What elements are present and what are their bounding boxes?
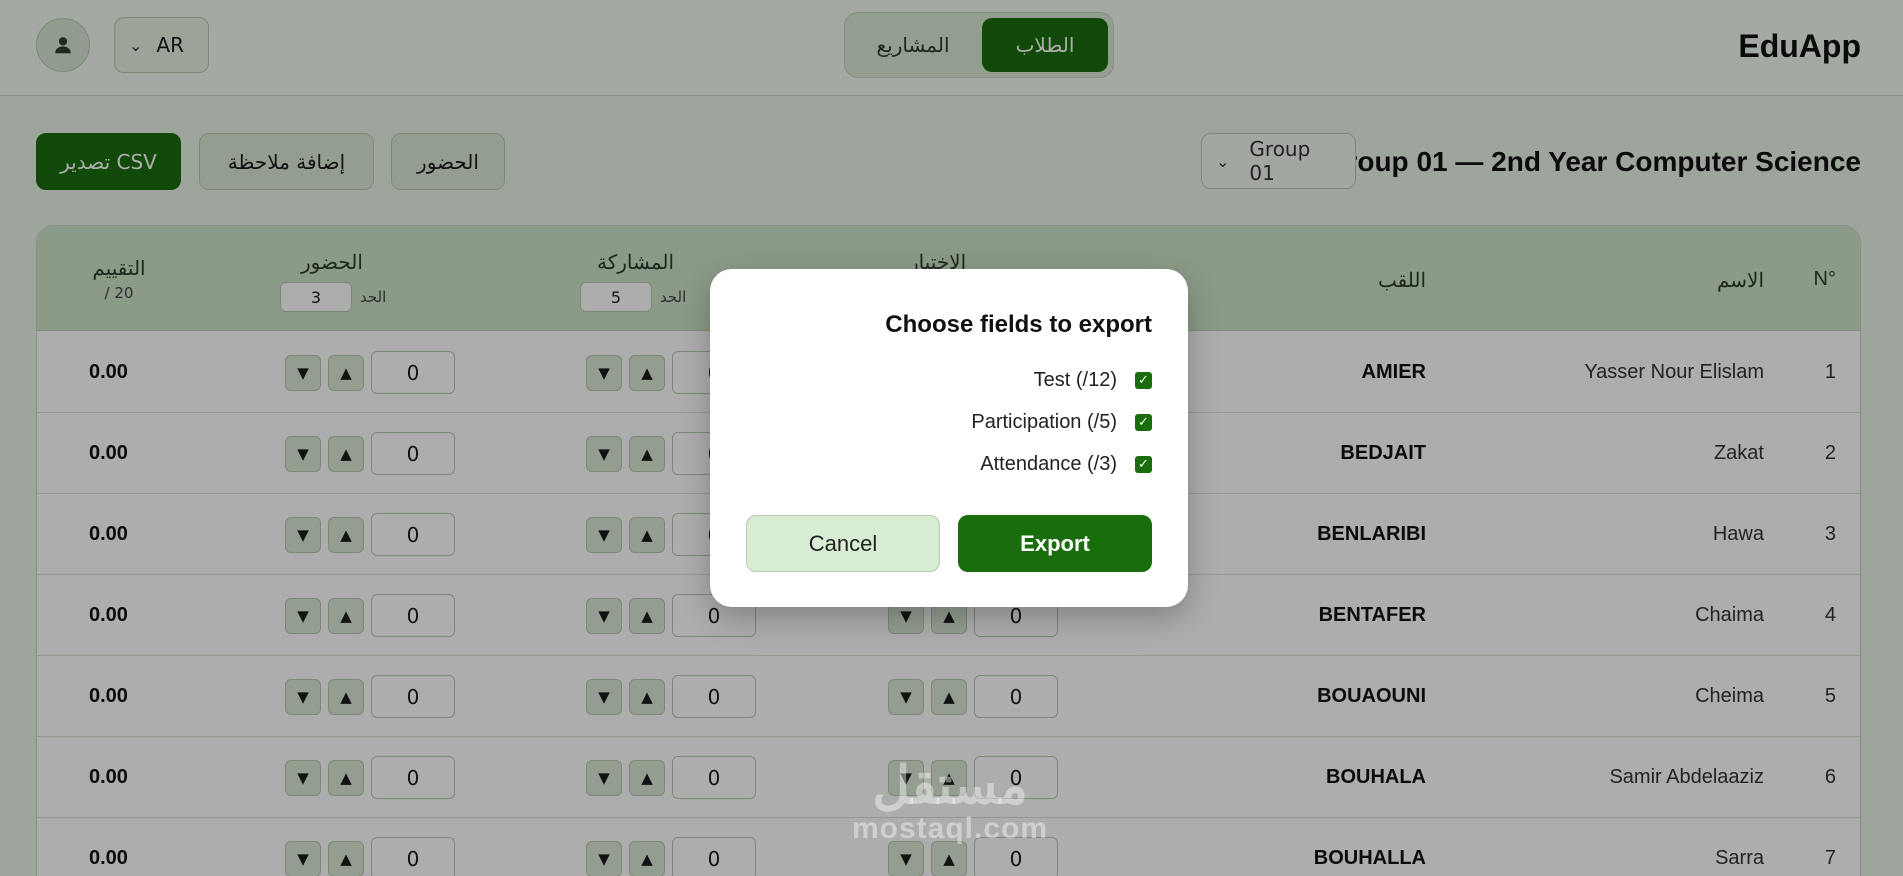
cancel-button[interactable]: Cancel (746, 515, 940, 572)
option-participation[interactable]: Participation (/5) ✓ (971, 411, 1152, 434)
checkbox-test[interactable]: ✓ (1135, 372, 1152, 389)
option-participation-label: Participation (/5) (971, 411, 1117, 433)
watermark-logo: مستقل mostaql.com (835, 760, 1065, 846)
checkbox-attendance[interactable]: ✓ (1135, 456, 1152, 473)
watermark-arabic: مستقل (872, 757, 1028, 815)
option-attendance-label: Attendance (/3) (980, 453, 1117, 475)
app-root: EduApp ⌄ AR الطلاب المشاريع Group 01 — 2… (0, 0, 1903, 876)
modal-title: Choose fields to export (885, 311, 1152, 338)
checkbox-participation[interactable]: ✓ (1135, 414, 1152, 431)
option-test-label: Test (/12) (1033, 369, 1117, 391)
export-modal: Choose fields to export Test (/12) ✓ Par… (710, 269, 1188, 607)
option-test[interactable]: Test (/12) ✓ (1034, 369, 1152, 392)
export-button[interactable]: Export (958, 515, 1152, 572)
option-attendance[interactable]: Attendance (/3) ✓ (980, 453, 1152, 476)
watermark-latin: mostaql.com (851, 812, 1049, 845)
